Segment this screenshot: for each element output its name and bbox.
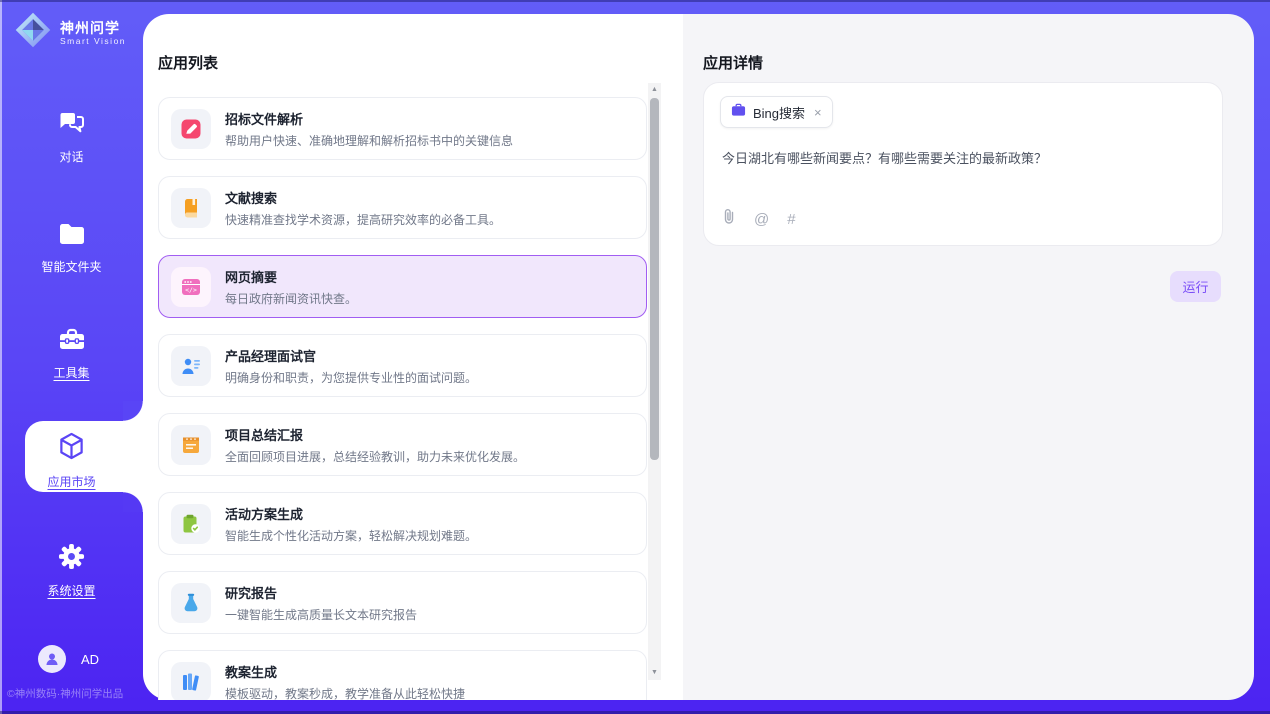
sidebar-item-label: 智能文件夹: [0, 258, 143, 275]
flask-icon: [171, 583, 211, 623]
app-card-list: 招标文件解析 帮助用户快速、准确地理解和解析招标书中的关键信息 文献搜索 快速精…: [158, 83, 648, 700]
app-card-desc: 快速精准查找学术资源，提高研究效率的必备工具。: [225, 211, 501, 228]
app-card-name: 文献搜索: [225, 188, 501, 207]
app-card-desc: 模板驱动，教案秒成，教学准备从此轻松快捷: [225, 685, 465, 701]
app-list-panel: 应用列表 招标文件解析 帮助用户快速、准确地理解和解析招标书中的关键信息: [143, 14, 683, 700]
run-button[interactable]: 运行: [1170, 271, 1221, 302]
hashtag-icon[interactable]: #: [787, 211, 795, 228]
copyright-footer: ©神州数码·神州问学出品: [7, 686, 143, 701]
app-card-name: 教案生成: [225, 662, 465, 681]
app-card-research-report[interactable]: 研究报告 一键智能生成高质量长文本研究报告: [158, 571, 647, 634]
query-input[interactable]: 今日湖北有哪些新闻要点？有哪些需要关注的最新政策？: [722, 149, 1200, 168]
scroll-up-icon[interactable]: ▲: [648, 84, 661, 96]
app-card-desc: 每日政府新闻资讯快查。: [225, 290, 357, 307]
brand-title: 神州问学: [60, 20, 126, 36]
app-card-bid-document-analysis[interactable]: 招标文件解析 帮助用户快速、准确地理解和解析招标书中的关键信息: [158, 97, 647, 160]
gear-icon: [58, 557, 85, 574]
app-card-web-summary[interactable]: </> 网页摘要 每日政府新闻资讯快查。: [158, 255, 647, 318]
app-card-event-plan[interactable]: 活动方案生成 智能生成个性化活动方案，轻松解决规划难题。: [158, 492, 647, 555]
pen-square-icon: [171, 109, 211, 149]
browser-code-icon: </>: [171, 267, 211, 307]
toolbox-icon: [58, 339, 86, 356]
app-card-name: 产品经理面试官: [225, 346, 477, 365]
app-detail-title: 应用详情: [703, 52, 763, 73]
attachment-toolbar: @ #: [722, 208, 796, 230]
sidebar-item-app-market[interactable]: 应用市场: [0, 431, 143, 490]
chat-icon: [57, 123, 87, 140]
user-initials: AD: [81, 652, 99, 667]
app-card-desc: 全面回顾项目进展，总结经验教训，助力未来优化发展。: [225, 448, 525, 465]
app-card-name: 网页摘要: [225, 267, 357, 286]
sidebar-item-toolset[interactable]: 工具集: [0, 328, 143, 381]
app-card-name: 招标文件解析: [225, 109, 513, 128]
sidebar-item-label: 系统设置: [0, 582, 143, 599]
svg-text:</>: </>: [185, 286, 197, 294]
close-icon[interactable]: ×: [814, 105, 822, 120]
sidebar-item-chat[interactable]: 对话: [0, 108, 143, 165]
brand-subtitle: Smart Vision: [60, 36, 126, 46]
diamond-logo-icon: [13, 10, 53, 55]
paperclip-icon[interactable]: [722, 208, 736, 230]
app-card-desc: 明确身份和职责，为您提供专业性的面试问题。: [225, 369, 477, 386]
sidebar-item-label: 应用市场: [0, 473, 143, 490]
prompt-card: Bing搜索 × 今日湖北有哪些新闻要点？有哪些需要关注的最新政策？ @ #: [703, 82, 1223, 246]
tool-tag-label: Bing搜索: [753, 103, 805, 122]
app-list-title: 应用列表: [158, 52, 218, 73]
app-card-name: 活动方案生成: [225, 504, 477, 523]
app-card-name: 研究报告: [225, 583, 417, 602]
scroll-down-icon[interactable]: ▼: [648, 667, 661, 679]
avatar: [38, 645, 66, 673]
briefcase-icon: [731, 103, 746, 122]
cube-icon: [58, 448, 85, 465]
app-card-desc: 一键智能生成高质量长文本研究报告: [225, 606, 417, 623]
books-icon: [171, 662, 211, 701]
notch-top-curve: [123, 401, 143, 421]
book-icon: [171, 188, 211, 228]
mention-icon[interactable]: @: [754, 211, 769, 228]
app-card-desc: 帮助用户快速、准确地理解和解析招标书中的关键信息: [225, 132, 513, 149]
sidebar: 神州问学 Smart Vision 对话 智能文件夹: [0, 0, 143, 714]
sidebar-item-smart-folder[interactable]: 智能文件夹: [0, 222, 143, 275]
folder-icon: [58, 233, 86, 250]
app-detail-panel: 应用详情 Bing搜索 × 今日湖北有哪些新闻要点？有哪些需要关注的最新政策？: [683, 14, 1254, 700]
window-top-edge: [0, 0, 1270, 2]
memo-icon: [171, 425, 211, 465]
app-window: 神州问学 Smart Vision 对话 智能文件夹: [0, 0, 1270, 714]
brand-logo[interactable]: 神州问学 Smart Vision: [13, 10, 126, 55]
app-card-literature-search[interactable]: 文献搜索 快速精准查找学术资源，提高研究效率的必备工具。: [158, 176, 647, 239]
clipboard-check-icon: [171, 504, 211, 544]
sidebar-item-settings[interactable]: 系统设置: [0, 543, 143, 599]
interviewer-icon: [171, 346, 211, 386]
app-card-project-summary[interactable]: 项目总结汇报 全面回顾项目进展，总结经验教训，助力未来优化发展。: [158, 413, 647, 476]
app-card-pm-interviewer[interactable]: 产品经理面试官 明确身份和职责，为您提供专业性的面试问题。: [158, 334, 647, 397]
scrollbar-thumb[interactable]: [650, 98, 659, 460]
tool-tag-bing-search[interactable]: Bing搜索 ×: [720, 96, 833, 128]
user-account[interactable]: AD: [38, 645, 99, 673]
sidebar-item-label: 工具集: [0, 364, 143, 381]
notch-bottom-curve: [123, 492, 143, 512]
sidebar-item-label: 对话: [0, 148, 143, 165]
app-list-scrollbar[interactable]: ▲ ▼: [648, 83, 661, 680]
app-card-desc: 智能生成个性化活动方案，轻松解决规划难题。: [225, 527, 477, 544]
app-card-name: 项目总结汇报: [225, 425, 525, 444]
app-card-lesson-plan[interactable]: 教案生成 模板驱动，教案秒成，教学准备从此轻松快捷: [158, 650, 647, 700]
